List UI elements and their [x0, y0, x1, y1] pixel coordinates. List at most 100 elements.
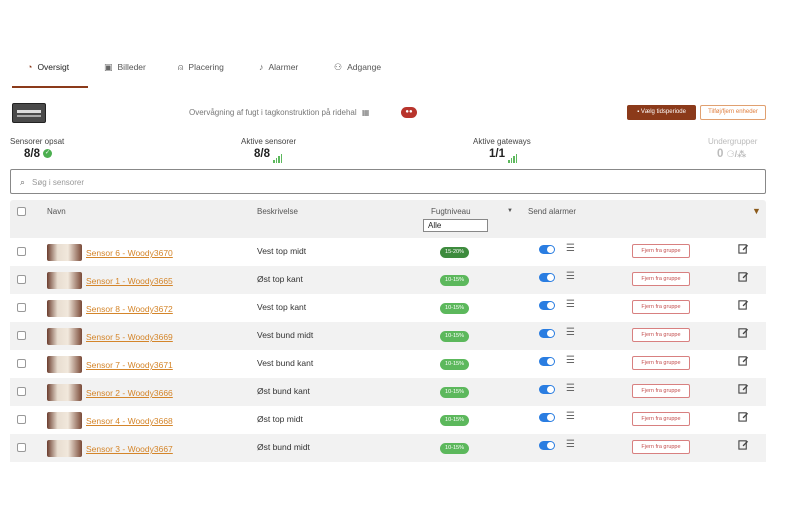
- header-description[interactable]: Beskrivelse: [257, 207, 298, 216]
- alarm-toggle[interactable]: [539, 301, 555, 310]
- tab-oversigt[interactable]: ◔ Oversigt: [27, 62, 69, 88]
- settings-sliders-icon[interactable]: ☰: [566, 299, 575, 310]
- edit-icon[interactable]: [738, 383, 749, 394]
- sensor-thumbnail: [47, 328, 82, 345]
- search-icon: ⌕: [20, 177, 26, 187]
- stat-label: Aktive gateways: [473, 137, 531, 146]
- sensor-description: Vest bund kant: [257, 358, 314, 368]
- sensor-description: Øst bund midt: [257, 442, 310, 452]
- header-alarms[interactable]: Send alarmer: [528, 207, 576, 216]
- alarm-toggle[interactable]: [539, 357, 555, 366]
- sort-caret-icon[interactable]: ▼: [507, 208, 513, 214]
- humidity-badge: 10-15%: [440, 359, 469, 370]
- signal-icon: [508, 151, 518, 163]
- alarm-toggle[interactable]: [539, 273, 555, 282]
- remove-from-group-button[interactable]: Fjern fra gruppe: [632, 412, 690, 426]
- stat-value: 0 ⚆/⁂: [708, 148, 768, 160]
- stat-value-text: 0: [717, 148, 724, 160]
- sensor-name-link[interactable]: Sensor 4 - Woody3668: [86, 416, 173, 426]
- edit-icon[interactable]: [738, 411, 749, 422]
- sensor-name-link[interactable]: Sensor 7 - Woody3671: [86, 360, 173, 370]
- stat-sensors: Sensorer opsat 8/8 ✓: [10, 137, 70, 160]
- alarm-toggle[interactable]: [539, 329, 555, 338]
- sensor-description: Vest bund midt: [257, 330, 314, 340]
- remove-from-group-button[interactable]: Fjern fra gruppe: [632, 356, 690, 370]
- sensor-name-link[interactable]: Sensor 8 - Woody3672: [86, 304, 173, 314]
- alarm-toggle[interactable]: [539, 385, 555, 394]
- row-checkbox[interactable]: [17, 415, 26, 424]
- humidity-badge: 10-15%: [440, 331, 469, 342]
- sensor-thumbnail: [47, 272, 82, 289]
- sensor-name-link[interactable]: Sensor 1 - Woody3665: [86, 276, 173, 286]
- alarm-toggle[interactable]: [539, 441, 555, 450]
- tab-placering[interactable]: ⍝ Placering: [178, 62, 224, 88]
- tab-bar: ◔ Oversigt ▣ Billeder ⍝ Placering ♪ Alar…: [12, 62, 772, 88]
- humidity-badge: 10-15%: [440, 415, 469, 426]
- settings-sliders-icon[interactable]: ☰: [566, 271, 575, 282]
- settings-sliders-icon[interactable]: ☰: [566, 355, 575, 366]
- sensor-thumbnail: [47, 300, 82, 317]
- edit-icon[interactable]: [738, 271, 749, 282]
- stat-active-sensors: Aktive sensorer 8/8: [241, 137, 301, 163]
- table-row: Sensor 2 - Woody3666 Øst bund kant 10-15…: [10, 378, 766, 406]
- tab-billeder[interactable]: ▣ Billeder: [104, 62, 146, 88]
- humidity-filter-select[interactable]: Alle: [423, 219, 488, 232]
- stat-label: Aktive sensorer: [241, 137, 297, 146]
- settings-sliders-icon[interactable]: ☰: [566, 383, 575, 394]
- alarm-toggle[interactable]: [539, 245, 555, 254]
- sensor-thumbnail: [47, 440, 82, 457]
- remove-from-group-button[interactable]: Fjern fra gruppe: [632, 440, 690, 454]
- filter-icon[interactable]: ▼: [752, 206, 761, 216]
- tab-adgange[interactable]: ⚇ Adgange: [334, 62, 381, 88]
- subgroup-icon: ⚆/⁂: [726, 149, 747, 159]
- edit-icon[interactable]: [738, 299, 749, 310]
- active-tab-indicator: [12, 86, 88, 88]
- settings-sliders-icon[interactable]: ☰: [566, 243, 575, 254]
- remove-from-group-button[interactable]: Fjern fra gruppe: [632, 384, 690, 398]
- sensor-name-link[interactable]: Sensor 2 - Woody3666: [86, 388, 173, 398]
- settings-sliders-icon[interactable]: ☰: [566, 411, 575, 422]
- stat-subgroups: Undergrupper 0 ⚆/⁂: [708, 137, 768, 160]
- humidity-badge: 15-20%: [440, 247, 469, 258]
- edit-icon[interactable]: [738, 439, 749, 450]
- search-input[interactable]: [32, 175, 732, 189]
- row-checkbox[interactable]: [17, 387, 26, 396]
- project-description-text: Overvågning af fugt i tagkonstruktion på…: [189, 108, 357, 117]
- header-humidity[interactable]: Fugtniveau: [431, 207, 471, 216]
- table-row: Sensor 3 - Woody3667 Øst bund midt 10-15…: [10, 434, 766, 462]
- project-description: Overvågning af fugt i tagkonstruktion på…: [189, 108, 369, 117]
- remove-from-group-button[interactable]: Fjern fra gruppe: [632, 244, 690, 258]
- stat-active-gateways: Aktive gateways 1/1: [473, 137, 537, 163]
- remove-from-group-button[interactable]: Fjern fra gruppe: [632, 272, 690, 286]
- map-icon[interactable]: ▦: [362, 108, 370, 117]
- humidity-badge: 10-15%: [440, 275, 469, 286]
- sensor-name-link[interactable]: Sensor 5 - Woody3669: [86, 332, 173, 342]
- stat-value-text: 8/8: [24, 148, 40, 160]
- row-checkbox[interactable]: [17, 331, 26, 340]
- sensor-name-link[interactable]: Sensor 6 - Woody3670: [86, 248, 173, 258]
- tab-label: Alarmer: [268, 62, 299, 72]
- row-checkbox[interactable]: [17, 443, 26, 452]
- sensor-thumbnail: [47, 356, 82, 373]
- sensor-name-link[interactable]: Sensor 3 - Woody3667: [86, 444, 173, 454]
- row-checkbox[interactable]: [17, 275, 26, 284]
- header-name[interactable]: Navn: [47, 207, 66, 216]
- row-checkbox[interactable]: [17, 303, 26, 312]
- check-icon: ✓: [43, 149, 52, 159]
- row-checkbox[interactable]: [17, 359, 26, 368]
- select-all-checkbox[interactable]: [17, 207, 26, 216]
- edit-icon[interactable]: [738, 243, 749, 254]
- settings-sliders-icon[interactable]: ☰: [566, 439, 575, 450]
- remove-from-group-button[interactable]: Fjern fra gruppe: [632, 328, 690, 342]
- remove-from-group-button[interactable]: Fjern fra gruppe: [632, 300, 690, 314]
- select-period-button[interactable]: ▪ Vælg tidsperiode: [627, 105, 696, 120]
- table-row: Sensor 1 - Woody3665 Øst top kant 10-15%…: [10, 266, 766, 294]
- alarm-toggle[interactable]: [539, 413, 555, 422]
- settings-sliders-icon[interactable]: ☰: [566, 327, 575, 338]
- add-remove-units-button[interactable]: Tilføj/fjern enheder: [700, 105, 766, 120]
- edit-icon[interactable]: [738, 327, 749, 338]
- edit-icon[interactable]: [738, 355, 749, 366]
- row-checkbox[interactable]: [17, 247, 26, 256]
- tab-alarmer[interactable]: ♪ Alarmer: [259, 62, 298, 88]
- sensor-description: Vest top midt: [257, 246, 307, 256]
